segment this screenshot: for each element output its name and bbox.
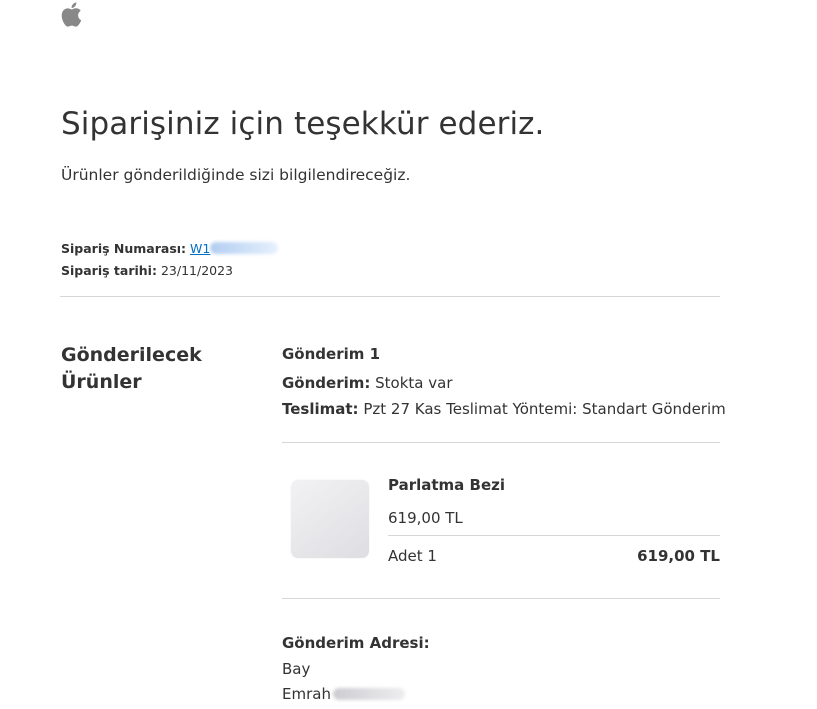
- apple-logo-icon: [61, 2, 82, 27]
- product-name: Parlatma Bezi: [388, 476, 505, 494]
- page-subtitle: Ürünler gönderildiğinde sizi bilgilendir…: [61, 166, 411, 184]
- address-heading: Gönderim Adresi:: [282, 634, 430, 652]
- address-title: Bay: [282, 660, 311, 678]
- redacted-order-number: [210, 242, 279, 254]
- order-date-row: Sipariş tarihi: 23/11/2023: [61, 263, 233, 278]
- shipment-delivery: Teslimat: Pzt 27 Kas Teslimat Yöntemi: S…: [282, 400, 726, 418]
- product-line-total: 619,00 TL: [637, 547, 720, 565]
- order-number-link[interactable]: W1: [190, 241, 279, 256]
- product-quantity: Adet 1: [388, 547, 437, 565]
- delivery-value: Pzt 27 Kas Teslimat Yöntemi: Standart Gö…: [363, 400, 726, 418]
- redacted-last-name: [332, 688, 405, 700]
- order-confirmation-page: Siparişiniz için teşekkür ederiz. Ürünle…: [0, 0, 817, 709]
- order-date-label: Sipariş tarihi:: [61, 263, 157, 278]
- order-date-value: 23/11/2023: [160, 263, 233, 278]
- shipment-status-value: Stokta var: [375, 374, 453, 392]
- order-number-label: Sipariş Numarası:: [61, 241, 187, 256]
- shipment-status-label: Gönderim:: [282, 374, 371, 392]
- divider: [388, 535, 720, 536]
- product-unit-price: 619,00 TL: [388, 509, 463, 527]
- order-number-row: Sipariş Numarası: W1: [61, 241, 279, 256]
- address-first-name: Emrah: [282, 685, 331, 703]
- shipment-heading: Gönderim 1: [282, 345, 381, 363]
- divider: [282, 442, 720, 443]
- divider: [60, 296, 720, 297]
- product-image: [291, 480, 369, 558]
- order-number-value: W1: [190, 241, 211, 256]
- page-title: Siparişiniz için teşekkür ederiz.: [61, 106, 545, 142]
- address-name: Emrah: [282, 685, 405, 703]
- delivery-label: Teslimat:: [282, 400, 359, 418]
- divider: [282, 598, 720, 599]
- section-heading: Gönderilecek Ürünler: [61, 344, 202, 393]
- shipment-status: Gönderim: Stokta var: [282, 374, 453, 392]
